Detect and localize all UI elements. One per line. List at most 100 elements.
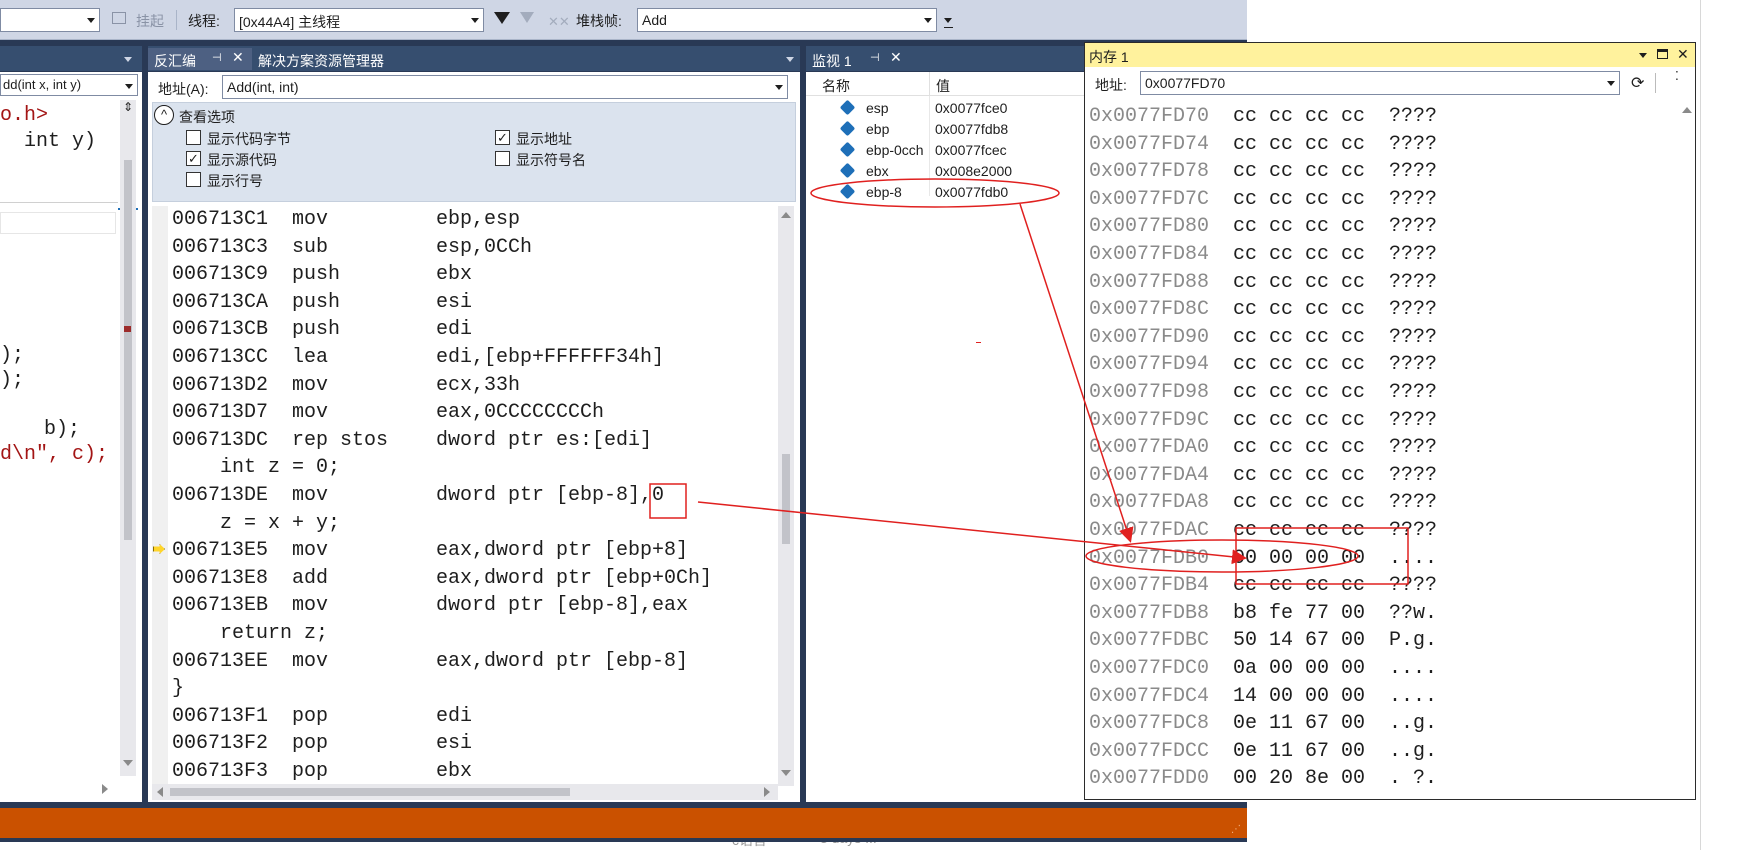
checkbox-symbol-names[interactable]: [495, 151, 510, 166]
process-combo[interactable]: [0, 8, 100, 32]
show-flagged-icon[interactable]: ✕✕: [548, 14, 570, 30]
memory-bytes[interactable]: 0e 11 67 00: [1233, 712, 1365, 735]
memory-bytes[interactable]: cc cc cc cc: [1233, 133, 1365, 156]
asm-address: 006713C3: [172, 235, 269, 259]
pin-icon[interactable]: ⊣: [212, 51, 222, 64]
refresh-icon[interactable]: ⟳: [1631, 73, 1644, 93]
asm-operands: dword ptr es:[edi]: [436, 428, 653, 452]
checkbox-source-code[interactable]: ✓: [186, 151, 201, 166]
scroll-left-arrow[interactable]: [157, 787, 163, 797]
memory-bytes[interactable]: 14 00 00 00: [1233, 685, 1365, 708]
memory-address: 0x0077FD9C: [1089, 408, 1210, 432]
disasm-scroll-thumb[interactable]: [782, 454, 790, 544]
memory-vertical-scrollbar[interactable]: [1679, 99, 1695, 799]
disasm-tab-dropdown-icon[interactable]: [786, 57, 794, 62]
disasm-vertical-scrollbar[interactable]: [778, 206, 794, 786]
code-line-stmt-1: );: [0, 344, 25, 367]
memory-bytes[interactable]: cc cc cc cc: [1233, 519, 1365, 542]
watch-value[interactable]: 0x0077fdb0: [935, 184, 1008, 200]
memory-bytes[interactable]: 00 20 8e 00: [1233, 767, 1365, 790]
close-icon[interactable]: ✕: [890, 49, 902, 66]
memory-chars: ??w.: [1389, 601, 1438, 625]
watch-value[interactable]: 0x0077fdb8: [935, 121, 1008, 137]
memory-address: 0x0077FD88: [1089, 270, 1210, 294]
resize-grip-icon[interactable]: ⋰: [1231, 824, 1241, 835]
memory-bytes[interactable]: cc cc cc cc: [1233, 409, 1365, 432]
memory-bytes[interactable]: cc cc cc cc: [1233, 243, 1365, 266]
checkbox-show-address[interactable]: ✓: [495, 130, 510, 145]
collapse-icon[interactable]: ^: [154, 105, 174, 125]
filter-icon[interactable]: [494, 12, 510, 24]
disasm-horizontal-scrollbar[interactable]: [152, 784, 778, 800]
memory-bytes[interactable]: cc cc cc cc: [1233, 436, 1365, 459]
memory-bytes[interactable]: cc cc cc cc: [1233, 353, 1365, 376]
tab-watch-1[interactable]: 监视 1 ⊣ ✕: [806, 48, 910, 70]
memory-bytes[interactable]: cc cc cc cc: [1233, 271, 1365, 294]
editor-tab-bar: [0, 46, 142, 71]
memory-overflow-icon[interactable]: ⁚: [1675, 69, 1679, 83]
tab-disassembly[interactable]: 反汇编 ⊣ ✕: [148, 48, 252, 70]
scroll-up-arrow[interactable]: [1682, 107, 1692, 113]
editor-tab-dropdown-icon[interactable]: [124, 57, 132, 62]
memory-bytes[interactable]: b8 fe 77 00: [1233, 602, 1365, 625]
memory-chars: ..g.: [1389, 739, 1438, 763]
watch-value[interactable]: 0x0077fcec: [935, 142, 1007, 158]
asm-address: 006713CA: [172, 290, 269, 314]
close-icon[interactable]: ✕: [232, 49, 244, 66]
checkbox-code-bytes[interactable]: [186, 130, 201, 145]
memory-chars: ????: [1389, 215, 1438, 239]
scroll-down-arrow[interactable]: [781, 770, 791, 776]
watch-col-name[interactable]: 名称: [822, 76, 850, 96]
watch-col-divider: [929, 72, 930, 96]
suspend-icon[interactable]: [112, 12, 126, 24]
asm-operands: eax,dword ptr [ebp+0Ch]: [436, 566, 713, 590]
memory-bytes[interactable]: cc cc cc cc: [1233, 491, 1365, 514]
memory-bytes[interactable]: cc cc cc cc: [1233, 464, 1365, 487]
disasm-hscroll-thumb[interactable]: [170, 788, 570, 796]
watch-value[interactable]: 0x0077fce0: [935, 100, 1007, 116]
memory-address-combo[interactable]: 0x0077FD70: [1140, 71, 1620, 95]
watch-name: ebp: [866, 121, 890, 137]
memory-bytes[interactable]: cc cc cc cc: [1233, 160, 1365, 183]
flag-thread-icon[interactable]: [520, 12, 534, 23]
memory-address: 0x0077FDA0: [1089, 436, 1210, 460]
suspend-label[interactable]: 挂起: [136, 11, 164, 31]
memory-bytes[interactable]: cc cc cc cc: [1233, 574, 1365, 597]
checkbox-line-numbers[interactable]: [186, 172, 201, 187]
memory-bytes[interactable]: 50 14 67 00: [1233, 629, 1365, 652]
memory-bytes[interactable]: cc cc cc cc: [1233, 105, 1365, 128]
memory-bytes[interactable]: 00 00 00 00: [1233, 547, 1365, 570]
scroll-right-arrow[interactable]: [764, 787, 770, 797]
memory-bytes[interactable]: cc cc cc cc: [1233, 298, 1365, 321]
pin-icon[interactable]: ⊣: [870, 51, 880, 64]
dropdown-icon[interactable]: [1639, 53, 1647, 58]
split-icon[interactable]: ⇕: [123, 100, 133, 114]
function-combo[interactable]: dd(int x, int y): [0, 74, 138, 96]
watch-value[interactable]: 0x008e2000: [935, 163, 1012, 179]
asm-opcode: push: [292, 290, 341, 314]
disasm-gutter: [152, 206, 168, 786]
toolbar-overflow-icon[interactable]: [944, 18, 952, 23]
editor-scroll-right-arrow[interactable]: [102, 784, 108, 794]
memory-address: 0x0077FD80: [1089, 215, 1210, 239]
scroll-up-arrow[interactable]: [781, 212, 791, 218]
memory-bytes[interactable]: 0e 11 67 00: [1233, 740, 1365, 763]
memory-bytes[interactable]: cc cc cc cc: [1233, 215, 1365, 238]
editor-vertical-scrollbar[interactable]: ⇕: [120, 100, 136, 776]
editor-scroll-thumb[interactable]: [124, 160, 132, 540]
watch-col-value[interactable]: 值: [936, 76, 950, 96]
maximize-icon[interactable]: [1657, 49, 1668, 59]
tab-solution-explorer[interactable]: 解决方案资源管理器: [252, 48, 390, 70]
memory-title-bar[interactable]: 内存 1 ✕: [1085, 43, 1695, 67]
thread-combo[interactable]: [0x44A4] 主线程: [234, 8, 484, 32]
memory-bytes[interactable]: cc cc cc cc: [1233, 326, 1365, 349]
scroll-down-arrow[interactable]: [123, 760, 133, 766]
asm-address: 006713CC: [172, 346, 269, 369]
memory-bytes[interactable]: cc cc cc cc: [1233, 188, 1365, 211]
stack-frame-combo[interactable]: Add: [637, 8, 937, 32]
close-icon[interactable]: ✕: [1677, 46, 1689, 63]
address-combo[interactable]: Add(int, int): [222, 75, 788, 99]
memory-bytes[interactable]: 0a 00 00 00: [1233, 657, 1365, 680]
option-source-code-label: 显示源代码: [207, 152, 277, 168]
memory-bytes[interactable]: cc cc cc cc: [1233, 381, 1365, 404]
